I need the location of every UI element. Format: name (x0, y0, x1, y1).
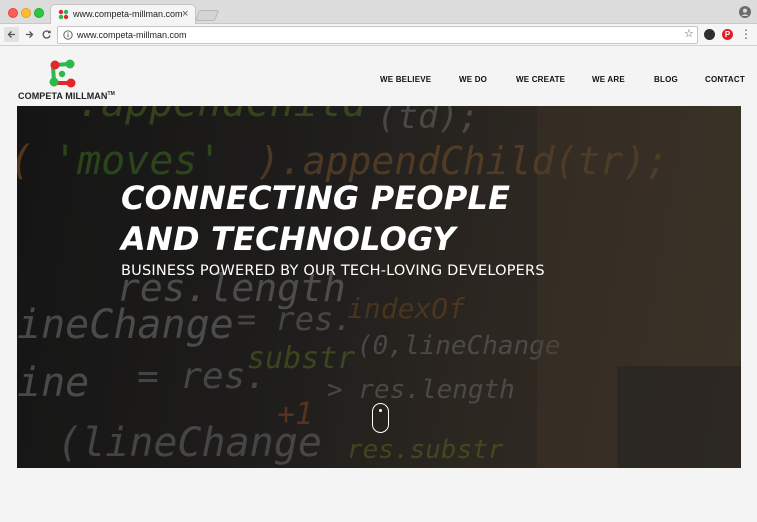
address-bar[interactable]: www.competa-millman.com ☆ (57, 26, 698, 44)
hero-subtitle: BUSINESS POWERED BY OUR TECH-LOVING DEVE… (121, 263, 545, 279)
close-window-button[interactable] (8, 8, 18, 18)
hero-title-line-1: CONNECTING PEOPLE (121, 179, 511, 217)
nav-contact[interactable]: CONTACT (705, 75, 745, 84)
logo-text: COMPETA MILLMANTM (18, 91, 115, 101)
site-logo[interactable]: COMPETA MILLMANTM (18, 59, 128, 103)
new-tab-button[interactable] (194, 10, 220, 21)
profile-icon[interactable] (739, 6, 751, 18)
web-page: COMPETA MILLMANTM WE BELIEVE WE DO WE CR… (0, 47, 757, 522)
back-arrow-icon[interactable] (4, 27, 19, 42)
tab-title: www.competa-millman.com (73, 9, 183, 19)
maximize-window-button[interactable] (34, 8, 44, 18)
kebab-menu-icon[interactable]: ⋮ (740, 27, 752, 41)
browser-titlebar: www.competa-millman.com × (0, 0, 757, 25)
extension-icon[interactable] (704, 29, 715, 40)
favicon-icon (58, 9, 69, 20)
scroll-wheel-dot (378, 409, 382, 412)
browser-tab[interactable]: www.competa-millman.com × (50, 4, 196, 25)
hero-title-line-2: AND TECHNOLOGY (121, 220, 456, 258)
star-icon[interactable]: ☆ (684, 27, 694, 40)
pinterest-icon[interactable]: P (722, 29, 733, 40)
browser-toolbar: www.competa-millman.com ☆ P ⋮ (0, 24, 757, 46)
logo-mark-icon (49, 59, 76, 88)
hero-banner: .appendChild (td); ( 'moves' ).appendChi… (17, 106, 741, 468)
nav-blog[interactable]: BLOG (654, 75, 678, 84)
forward-arrow-icon[interactable] (22, 27, 37, 42)
url-text[interactable]: www.competa-millman.com (77, 30, 187, 40)
tab-close-icon[interactable]: × (182, 7, 188, 21)
nav-we-are[interactable]: WE ARE (592, 75, 625, 84)
info-icon[interactable] (63, 30, 73, 40)
nav-we-create[interactable]: WE CREATE (516, 75, 565, 84)
nav-we-do[interactable]: WE DO (459, 75, 487, 84)
scroll-mouse-icon[interactable] (372, 403, 389, 433)
hero-title: CONNECTING PEOPLE AND TECHNOLOGY (121, 178, 510, 260)
nav-we-believe[interactable]: WE BELIEVE (380, 75, 431, 84)
minimize-window-button[interactable] (21, 8, 31, 18)
reload-icon[interactable] (39, 27, 54, 42)
